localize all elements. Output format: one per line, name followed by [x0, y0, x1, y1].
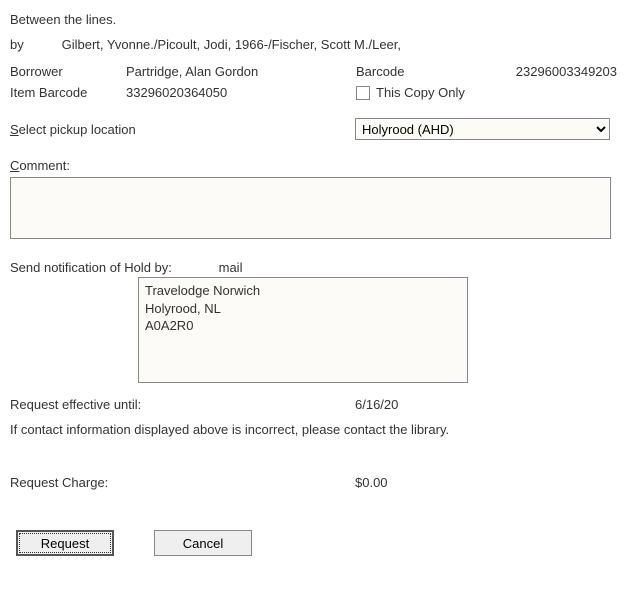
effective-until-label: Request effective until:: [10, 397, 355, 412]
pickup-label: Select pickup location: [10, 122, 355, 137]
byline-authors: Gilbert, Yvonne./Picoult, Jodi, 1966-/Fi…: [62, 37, 401, 52]
notification-method: mail: [219, 260, 243, 275]
barcode-label: Barcode: [356, 64, 466, 79]
effective-until-value: 6/16/20: [355, 397, 398, 412]
contact-note: If contact information displayed above i…: [10, 422, 623, 437]
effective-until-row: Request effective until: 6/16/20: [10, 397, 623, 412]
button-row: Request Cancel: [10, 530, 623, 556]
this-copy-only-group: This Copy Only: [356, 85, 465, 100]
barcode-value: 23296003349203: [466, 64, 623, 79]
byline-label: by: [10, 37, 58, 52]
request-button[interactable]: Request: [16, 530, 114, 556]
pickup-select-wrap: Holyrood (AHD): [355, 118, 623, 140]
comment-textarea[interactable]: [10, 177, 611, 239]
item-title: Between the lines.: [10, 12, 623, 27]
hold-request-form: Between the lines. by Gilbert, Yvonne./P…: [0, 0, 633, 566]
item-barcode-value: 33296020364050: [126, 85, 356, 100]
borrower-name: Partridge, Alan Gordon: [126, 64, 356, 79]
byline: by Gilbert, Yvonne./Picoult, Jodi, 1966-…: [10, 37, 623, 52]
notification-label: Send notification of Hold by:: [10, 260, 215, 275]
pickup-row: Select pickup location Holyrood (AHD): [10, 118, 623, 140]
request-charge-label: Request Charge:: [10, 475, 355, 490]
this-copy-only-checkbox[interactable]: [356, 86, 370, 100]
comment-label: Comment:: [10, 158, 623, 173]
item-barcode-row: Item Barcode 33296020364050 This Copy On…: [10, 85, 623, 100]
notification-address: Travelodge Norwich Holyrood, NL A0A2R0: [138, 277, 468, 383]
item-barcode-label: Item Barcode: [10, 85, 126, 100]
borrower-row: Borrower Partridge, Alan Gordon Barcode …: [10, 64, 623, 79]
address-line3: A0A2R0: [145, 317, 461, 335]
address-line2: Holyrood, NL: [145, 300, 461, 318]
address-line1: Travelodge Norwich: [145, 282, 461, 300]
request-charge-value: $0.00: [355, 475, 388, 490]
this-copy-only-label: This Copy Only: [376, 85, 465, 100]
borrower-label: Borrower: [10, 64, 126, 79]
notification-row: Send notification of Hold by: mail: [10, 260, 623, 275]
cancel-button[interactable]: Cancel: [154, 530, 252, 556]
request-charge-row: Request Charge: $0.00: [10, 475, 623, 490]
pickup-select[interactable]: Holyrood (AHD): [355, 118, 610, 140]
